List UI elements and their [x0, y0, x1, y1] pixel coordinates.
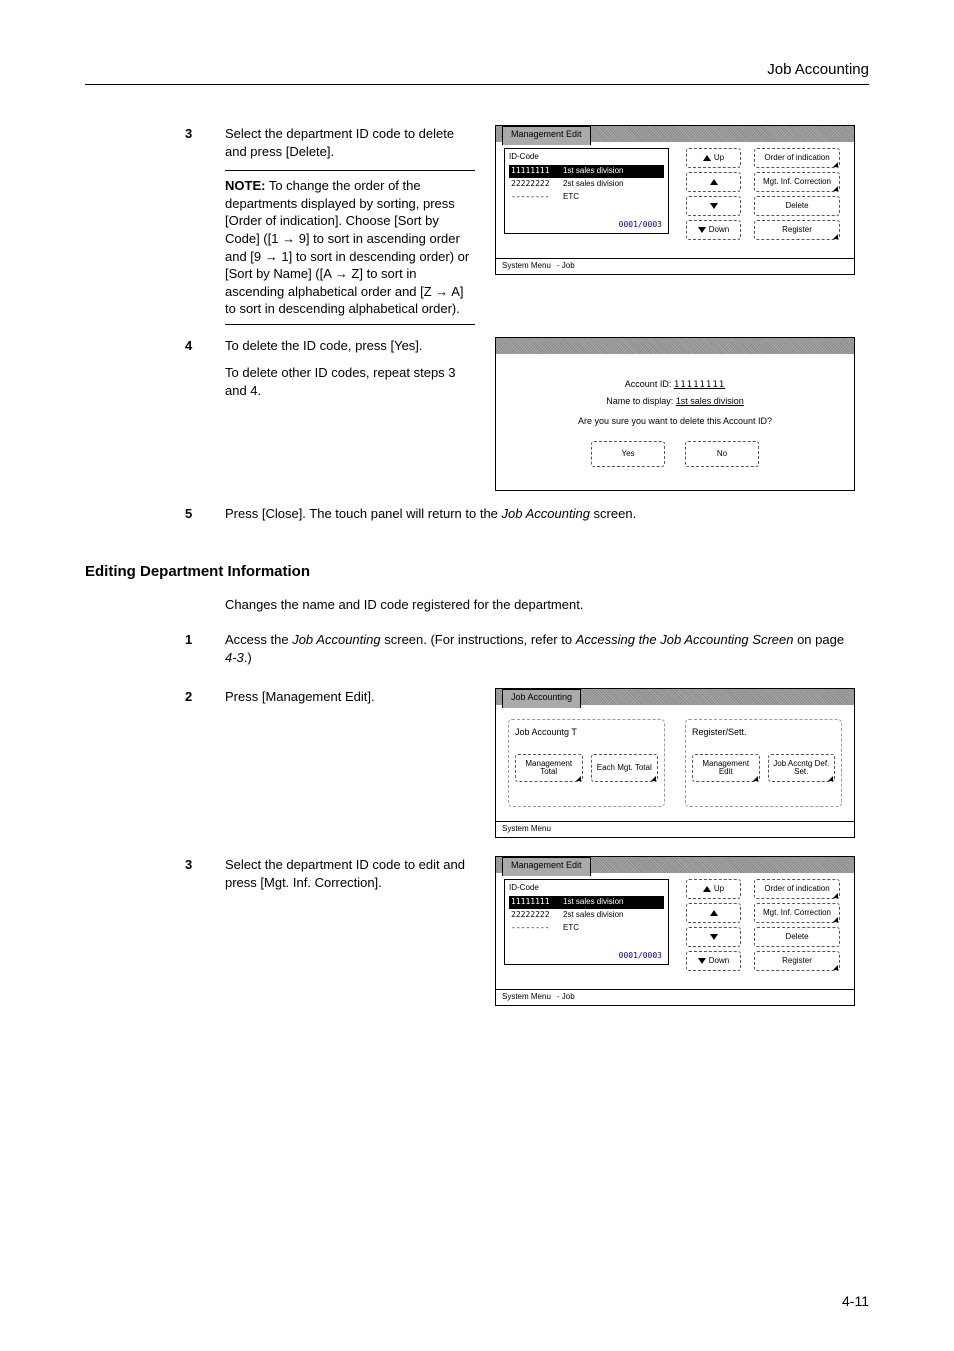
note-text: To change the order of the departments d…	[225, 178, 469, 316]
step-5-text: Press [Close]. The touch panel will retu…	[225, 505, 849, 523]
no-button[interactable]: No	[685, 441, 759, 467]
mgt-inf-correction-button[interactable]: Mgt. Inf. Correction	[754, 172, 840, 192]
titlebar: Management Edit	[496, 857, 854, 873]
step-text: Select the department ID code to edit an…	[225, 856, 495, 901]
titlebar	[496, 338, 854, 354]
list-row[interactable]: 111111111st sales division	[509, 165, 664, 178]
titlebar-tab: Job Accounting	[502, 689, 581, 708]
triangle-up-icon	[710, 910, 718, 916]
running-header: Job Accounting	[85, 60, 869, 85]
step-2b-row: 2 Press [Management Edit]. Job Accountin…	[85, 688, 869, 838]
step-4-text-1: To delete the ID code, press [Yes].	[225, 337, 475, 355]
step-5-row: 5 Press [Close]. The touch panel will re…	[85, 505, 869, 533]
step-text: To delete the ID code, press [Yes]. To d…	[225, 337, 495, 410]
step-number: 1	[85, 631, 225, 649]
panel-title: Register/Sett.	[692, 726, 835, 738]
screen: Management Edit ID-Code 111111111st sale…	[495, 125, 855, 275]
list-row[interactable]: 222222222st sales division	[509, 178, 664, 191]
account-id-line: Account ID: 11111111	[625, 378, 725, 391]
list-row[interactable]: --------ETC	[509, 922, 664, 935]
list-row[interactable]: 222222222st sales division	[509, 909, 664, 922]
up-button[interactable]: Up	[686, 879, 741, 899]
step-3b-text: Select the department ID code to edit an…	[225, 856, 475, 891]
pager: 0001/0003	[619, 220, 662, 231]
step-4-text-2: To delete other ID codes, repeat steps 3…	[225, 364, 475, 399]
triangle-up-icon	[703, 155, 711, 161]
step-3b-row: 3 Select the department ID code to edit …	[85, 856, 869, 1006]
step-2b-text: Press [Management Edit].	[225, 688, 475, 706]
list-header: ID-Code	[509, 883, 664, 894]
list-row[interactable]: 111111111st sales division	[509, 896, 664, 909]
titlebar: Job Accounting	[496, 689, 854, 705]
id-code-list[interactable]: ID-Code 111111111st sales division 22222…	[504, 148, 669, 234]
scroll-up-button[interactable]	[686, 903, 741, 923]
screenshot-confirm: Account ID: 11111111 Name to display: 1s…	[495, 337, 855, 491]
step-number: 4	[85, 337, 225, 355]
mgt-inf-correction-button[interactable]: Mgt. Inf. Correction	[754, 903, 840, 923]
pager: 0001/0003	[619, 951, 662, 962]
each-mgt-total-button[interactable]: Each Mgt. Total	[591, 754, 659, 782]
titlebar: Management Edit	[496, 126, 854, 142]
delete-button[interactable]: Delete	[754, 927, 840, 947]
management-edit-button[interactable]: Management Edit	[692, 754, 760, 782]
step-1b-row: 1 Access the Job Accounting screen. (For…	[85, 631, 869, 676]
step-number: 2	[85, 688, 225, 706]
scroll-down-button[interactable]	[686, 927, 741, 947]
step-number: 3	[85, 856, 225, 874]
order-of-indication-button[interactable]: Order of indication	[754, 148, 840, 168]
screenshot-job-accounting: Job Accounting Job Accountg T Management…	[495, 688, 855, 838]
screen-footer: System Menu- Job	[496, 989, 854, 1005]
management-total-button[interactable]: Management Total	[515, 754, 583, 782]
triangle-up-icon	[710, 179, 718, 185]
up-button[interactable]: Up	[686, 148, 741, 168]
note-label: NOTE:	[225, 178, 265, 193]
step-1b-text: Access the Job Accounting screen. (For i…	[225, 631, 849, 666]
screen-footer: System Menu	[496, 821, 854, 837]
step-3a-text: Select the department ID code to delete …	[225, 125, 475, 160]
triangle-up-icon	[703, 886, 711, 892]
step-text: Press [Close]. The touch panel will retu…	[225, 505, 869, 533]
triangle-down-icon	[710, 203, 718, 209]
section-intro: Changes the name and ID code registered …	[225, 596, 869, 614]
yes-button[interactable]: Yes	[591, 441, 665, 467]
step-text: Access the Job Accounting screen. (For i…	[225, 631, 869, 676]
screenshot-mgmt-edit-2: Management Edit ID-Code 111111111st sale…	[495, 856, 855, 1006]
register-button[interactable]: Register	[754, 220, 840, 240]
down-button[interactable]: Down	[686, 951, 741, 971]
triangle-down-icon	[698, 227, 706, 233]
step-number: 5	[85, 505, 225, 523]
left-panel: Job Accountg T Management Total Each Mgt…	[508, 719, 665, 807]
down-button[interactable]: Down	[686, 220, 741, 240]
list-row[interactable]: --------ETC	[509, 191, 664, 204]
name-to-display-line: Name to display: 1st sales division	[606, 395, 744, 407]
step-3a-row: 3 Select the department ID code to delet…	[85, 125, 869, 324]
register-button[interactable]: Register	[754, 951, 840, 971]
screen: Management Edit ID-Code 111111111st sale…	[495, 856, 855, 1006]
page-number: 4-11	[842, 1292, 869, 1311]
step-number: 3	[85, 125, 225, 143]
list-header: ID-Code	[509, 152, 664, 163]
panel-title: Job Accountg T	[515, 726, 658, 738]
step-text: Select the department ID code to delete …	[225, 125, 495, 324]
order-of-indication-button[interactable]: Order of indication	[754, 879, 840, 899]
step-text: Press [Management Edit].	[225, 688, 495, 716]
screenshot-mgmt-edit-1: Management Edit ID-Code 111111111st sale…	[495, 125, 855, 275]
job-accntg-def-set-button[interactable]: Job Accntg Def. Set.	[768, 754, 836, 782]
triangle-down-icon	[698, 958, 706, 964]
delete-button[interactable]: Delete	[754, 196, 840, 216]
page: Job Accounting 3 Select the department I…	[0, 0, 954, 1351]
id-code-list[interactable]: ID-Code 111111111st sales division 22222…	[504, 879, 669, 965]
step-4-row: 4 To delete the ID code, press [Yes]. To…	[85, 337, 869, 491]
screen-footer: System Menu- Job	[496, 258, 854, 274]
section-heading: Editing Department Information	[85, 562, 869, 582]
scroll-up-button[interactable]	[686, 172, 741, 192]
scroll-down-button[interactable]	[686, 196, 741, 216]
screen: Account ID: 11111111 Name to display: 1s…	[495, 337, 855, 491]
right-panel: Register/Sett. Management Edit Job Accnt…	[685, 719, 842, 807]
screen: Job Accounting Job Accountg T Management…	[495, 688, 855, 838]
triangle-down-icon	[710, 934, 718, 940]
confirm-question: Are you sure you want to delete this Acc…	[578, 415, 772, 427]
note-box: NOTE: To change the order of the departm…	[225, 170, 475, 324]
